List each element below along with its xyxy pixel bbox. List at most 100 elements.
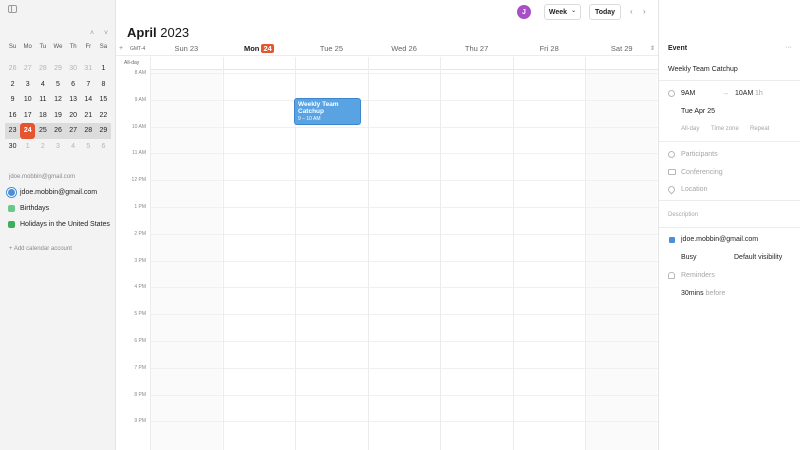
hour-gridline[interactable] xyxy=(150,233,658,235)
mini-calendar-day[interactable]: 10 xyxy=(20,92,35,108)
all-day-row[interactable] xyxy=(150,57,658,70)
timezone-label[interactable]: GMT-4 xyxy=(130,46,145,52)
mini-calendar-next-icon[interactable]: ˅ xyxy=(104,30,108,37)
hour-gridline[interactable] xyxy=(150,260,658,262)
mini-calendar-day[interactable]: 21 xyxy=(81,108,96,124)
mini-calendar-day[interactable]: 11 xyxy=(35,92,50,108)
scroll-handle-icon[interactable]: ⇕ xyxy=(650,45,655,52)
mini-calendar-day[interactable]: 30 xyxy=(66,61,81,77)
mini-calendar-day[interactable]: 13 xyxy=(66,92,81,108)
day-header-2[interactable]: Tue 25 xyxy=(295,44,368,53)
day-header-3[interactable]: Wed 26 xyxy=(368,44,441,53)
add-timezone-icon[interactable]: + xyxy=(119,45,123,52)
mini-calendar-day[interactable]: 12 xyxy=(50,92,65,108)
mini-calendar-day[interactable]: 1 xyxy=(96,61,111,77)
hour-gridline[interactable] xyxy=(150,421,658,423)
chevron-down-icon: ⌄ xyxy=(571,8,577,14)
mini-calendar-day[interactable]: 28 xyxy=(80,123,96,139)
mini-calendar-day[interactable]: 5 xyxy=(50,77,65,93)
calendar-item-birthdays[interactable]: Birthdays xyxy=(8,205,49,212)
mini-calendar-day-today[interactable]: 24 xyxy=(20,123,36,139)
view-select[interactable]: Week ⌄ xyxy=(544,4,581,20)
description-field[interactable]: Description xyxy=(668,212,698,218)
hour-gridline[interactable] xyxy=(150,367,658,369)
mini-calendar-day[interactable]: 27 xyxy=(65,123,81,139)
event-block-weekly-team-catchup[interactable]: Weekly Team Catchup 9 – 10 AM xyxy=(295,99,360,124)
mini-calendar-day[interactable]: 4 xyxy=(35,77,50,93)
bell-icon xyxy=(668,272,675,279)
hour-gridline[interactable] xyxy=(150,394,658,396)
mini-calendar-day[interactable]: 26 xyxy=(5,61,20,77)
mini-calendar-day[interactable]: 30 xyxy=(5,139,20,155)
day-name: Sun 23 xyxy=(174,44,199,53)
calendar-select[interactable]: jdoe.mobbin@gmail.com xyxy=(681,236,758,243)
mini-calendar-day[interactable]: 17 xyxy=(20,108,35,124)
day-header-0[interactable]: Sun 23 xyxy=(150,44,223,53)
hour-gridline[interactable] xyxy=(150,314,658,316)
add-calendar-account-button[interactable]: + Add calendar account xyxy=(9,246,72,252)
repeat-button[interactable]: Repeat xyxy=(750,126,769,132)
sidebar-toggle-icon[interactable] xyxy=(8,5,17,13)
mini-calendar-day[interactable]: 18 xyxy=(35,108,50,124)
mini-calendar-day[interactable]: 5 xyxy=(81,139,96,155)
hour-gridline[interactable] xyxy=(150,341,658,342)
visibility-select[interactable]: Default visibility xyxy=(734,254,782,261)
mini-calendar-day[interactable]: 1 xyxy=(20,139,35,155)
end-time-field[interactable]: 10AM xyxy=(735,90,753,97)
calendar-item-primary[interactable]: jdoe.mobbin@gmail.com xyxy=(8,189,97,196)
timezone-button[interactable]: Time zone xyxy=(711,126,739,132)
mini-calendar-day[interactable]: 3 xyxy=(20,77,35,93)
mini-calendar-day[interactable]: 6 xyxy=(66,77,81,93)
mini-calendar-day[interactable]: 2 xyxy=(5,77,20,93)
mini-calendar-day[interactable]: 8 xyxy=(96,77,111,93)
start-time-field[interactable]: 9AM xyxy=(681,90,695,97)
hour-gridline[interactable] xyxy=(150,180,658,182)
hour-gridline[interactable] xyxy=(150,126,658,128)
hour-gridline[interactable] xyxy=(150,99,658,101)
hour-gridline[interactable] xyxy=(150,73,658,74)
mini-calendar-day[interactable]: 27 xyxy=(20,61,35,77)
calendar-item-holidays[interactable]: Holidays in the United States xyxy=(8,221,110,228)
mini-calendar-day[interactable]: 29 xyxy=(50,61,65,77)
chevron-right-icon[interactable]: › xyxy=(643,7,646,16)
chevron-left-icon[interactable]: ‹ xyxy=(630,7,633,16)
mini-calendar-day[interactable]: 14 xyxy=(81,92,96,108)
mini-calendar-day[interactable]: 31 xyxy=(81,61,96,77)
all-day-toggle[interactable]: All-day xyxy=(681,126,699,132)
today-button[interactable]: Today xyxy=(589,4,621,20)
busy-select[interactable]: Busy xyxy=(681,254,697,261)
mini-calendar-day[interactable]: 15 xyxy=(96,92,111,108)
mini-calendar-day[interactable]: 19 xyxy=(50,108,65,124)
participants-field[interactable]: Participants xyxy=(681,151,718,158)
mini-calendar-day[interactable]: 6 xyxy=(96,139,111,155)
hour-gridline[interactable] xyxy=(150,287,658,289)
day-column-divider xyxy=(150,57,151,450)
day-header-6[interactable]: Sat 29 xyxy=(585,44,658,53)
hour-gridline[interactable] xyxy=(150,153,658,155)
mini-calendar-day[interactable]: 7 xyxy=(81,77,96,93)
conferencing-field[interactable]: Conferencing xyxy=(681,169,723,176)
mini-calendar-day[interactable]: 28 xyxy=(35,61,50,77)
mini-calendar-day[interactable]: 25 xyxy=(35,123,51,139)
mini-calendar-day[interactable]: 4 xyxy=(66,139,81,155)
mini-calendar-day[interactable]: 3 xyxy=(50,139,65,155)
mini-calendar-prev-icon[interactable]: ˄ xyxy=(90,30,94,37)
avatar[interactable]: J xyxy=(517,5,531,19)
day-header-1[interactable]: Mon 24 xyxy=(223,44,296,53)
date-field[interactable]: Tue Apr 25 xyxy=(681,108,715,115)
mini-calendar-day[interactable]: 20 xyxy=(66,108,81,124)
hour-gridline[interactable] xyxy=(150,207,658,208)
more-options-icon[interactable]: ··· xyxy=(785,44,792,51)
mini-calendar-day[interactable]: 29 xyxy=(95,123,111,139)
mini-calendar-day[interactable]: 9 xyxy=(5,92,20,108)
mini-calendar-day[interactable]: 22 xyxy=(96,108,111,124)
mini-calendar-day[interactable]: 23 xyxy=(5,123,21,139)
mini-calendar-day[interactable]: 16 xyxy=(5,108,20,124)
day-header-5[interactable]: Fri 28 xyxy=(513,44,586,53)
day-header-4[interactable]: Thu 27 xyxy=(440,44,513,53)
location-field[interactable]: Location xyxy=(681,186,707,193)
reminder-value[interactable]: 30mins before xyxy=(681,290,725,297)
mini-calendar-day[interactable]: 26 xyxy=(50,123,66,139)
mini-calendar-day[interactable]: 2 xyxy=(35,139,50,155)
event-title-field[interactable]: Weekly Team Catchup xyxy=(668,66,738,73)
